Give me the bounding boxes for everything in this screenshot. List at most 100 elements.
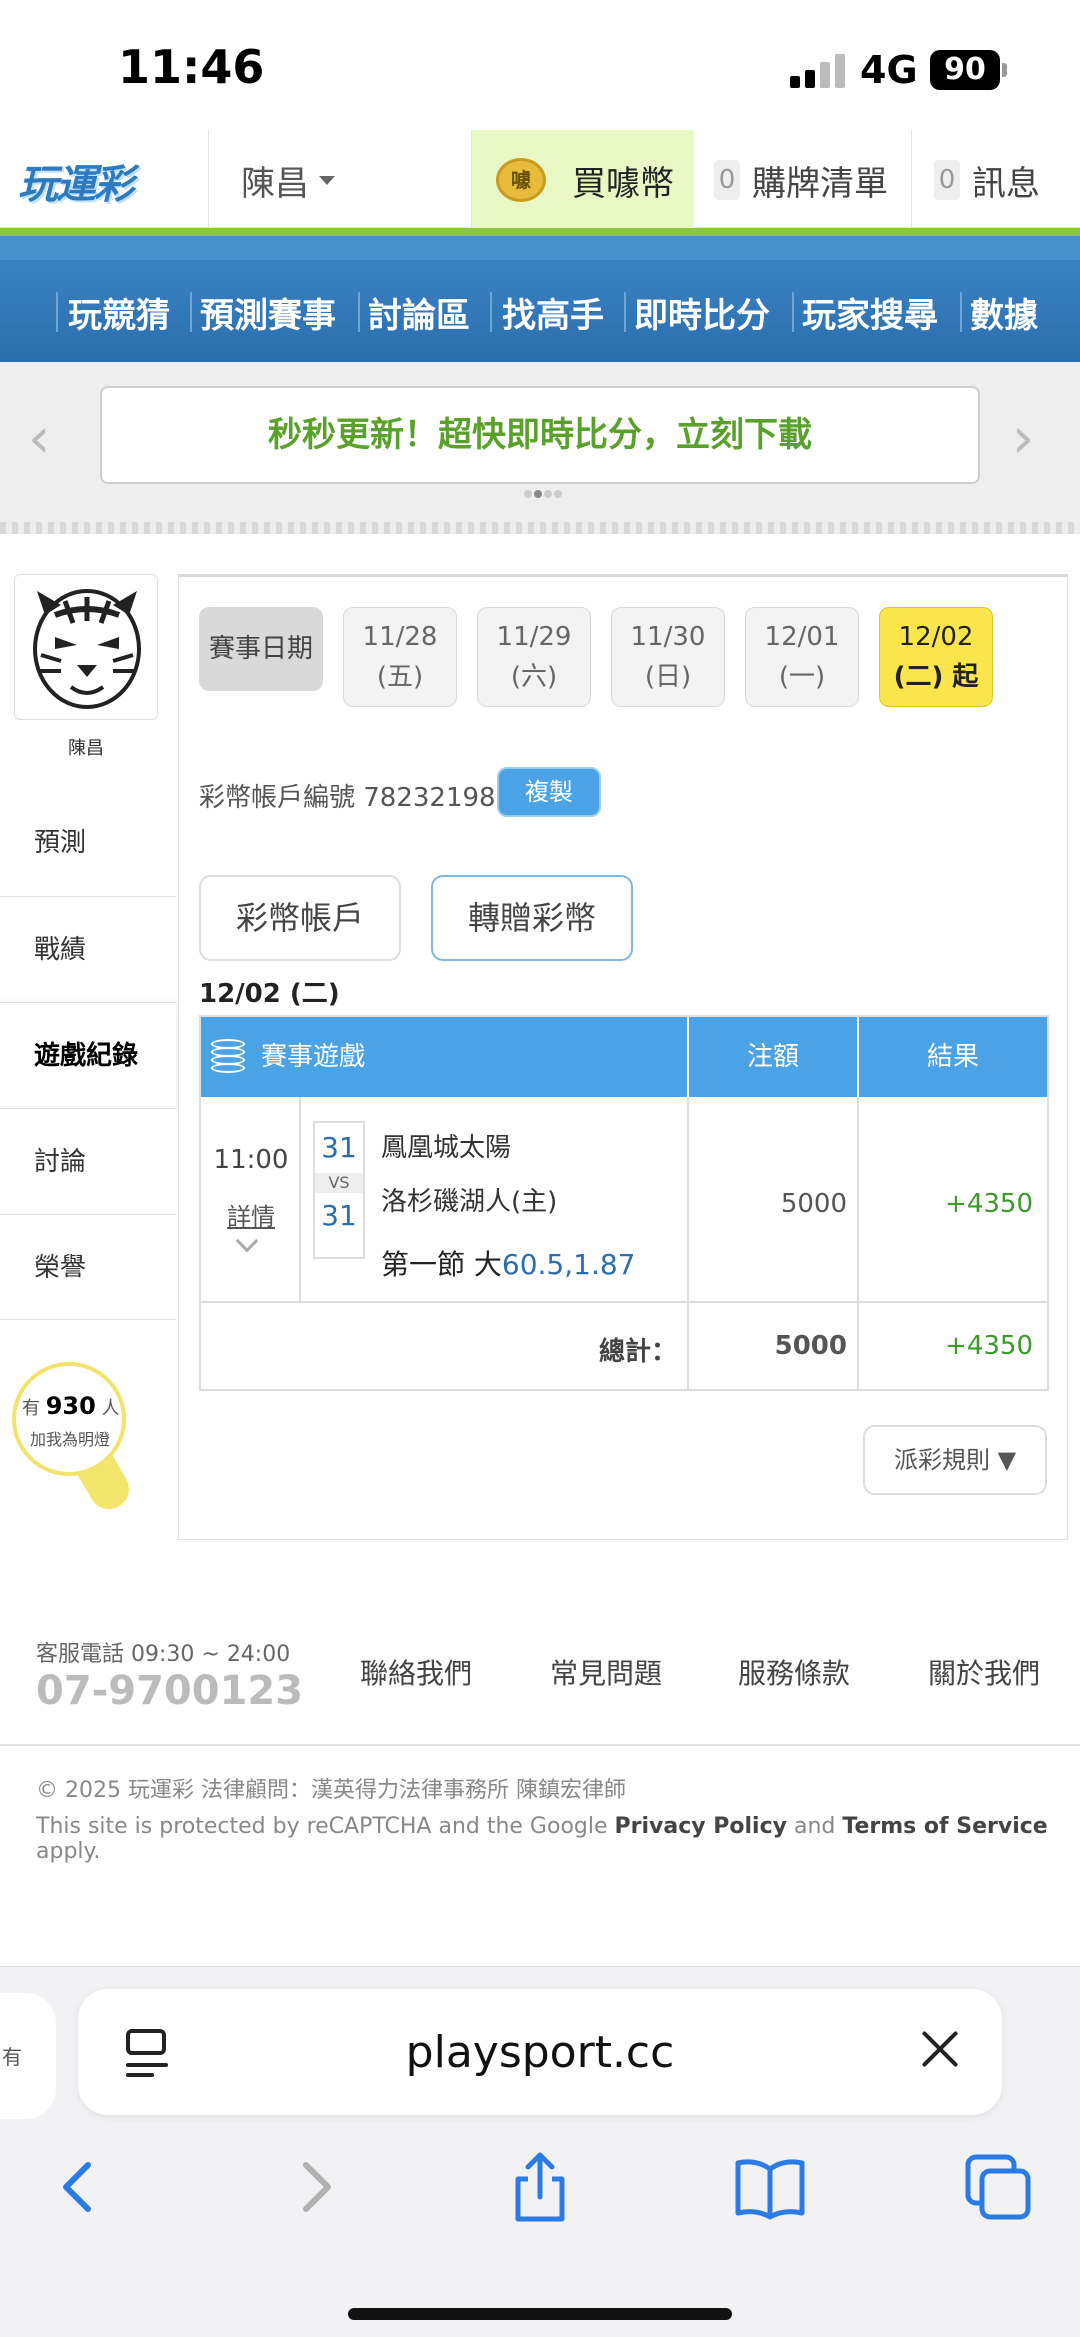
messages-button[interactable]: 0 訊息 [912,130,1080,228]
home-score: 31 [321,1199,357,1232]
privacy-policy-link[interactable]: Privacy Policy [615,1814,787,1839]
network-type: 4G [860,48,918,92]
footer-link-contact[interactable]: 聯絡我們 [360,1652,472,1692]
battery-tip [1002,63,1007,77]
footer-link-faq[interactable]: 常見問題 [550,1652,662,1692]
nav-item-experts[interactable]: 找高手 [502,288,604,337]
nav-item-player-search[interactable]: 玩家搜尋 [802,288,938,337]
close-icon[interactable] [920,2029,960,2069]
vs-label: VS [315,1173,363,1193]
cart-button[interactable]: 0 購牌清單 [694,130,912,228]
profile-name: 陳昌 [68,738,104,759]
payout-rules-button[interactable]: 派彩規則 ▼ [863,1425,1047,1495]
tab-coin-account[interactable]: 彩幣帳戶 [199,875,401,961]
promo-banner[interactable]: 秒秒更新！超快即時比分，立刻下載 [100,386,980,484]
date-button-selected[interactable]: 12/02 (二) 起 [879,607,993,707]
column-header-result: 結果 [926,1042,979,1072]
buy-coin-label: 買噱幣 [572,164,674,204]
bet-result: +4350 [945,1189,1033,1219]
copy-button[interactable]: 複製 [497,767,601,817]
site-logo[interactable]: 玩運彩 [18,152,134,210]
caret-down-icon [319,176,335,185]
carousel-dot[interactable] [544,490,552,498]
bookmarks-icon[interactable] [730,2147,810,2227]
date-button[interactable]: 12/01 (一) [745,607,859,707]
nav-item-livescore[interactable]: 即時比分 [634,288,770,337]
carousel-dot[interactable] [554,490,562,498]
messages-label: 訊息 [972,164,1040,204]
url-text: playsport.cc [405,2027,675,2078]
promo-banner-area: ‹ 秒秒更新！超快即時比分，立刻下載 › [0,362,1080,534]
tiger-avatar-icon [33,589,141,709]
nav-item-forum[interactable]: 討論區 [368,288,470,337]
service-hours: 客服電話 09:30 ~ 24:00 [36,1642,291,1667]
bet-selection: 第一節 大60.5,1.87 [381,1248,636,1281]
total-result: +4350 [945,1331,1033,1361]
main-nav: 玩競猜 預測賽事 討論區 找高手 即時比分 玩家搜尋 數據 [0,236,1080,362]
service-phone[interactable]: 07-9700123 [36,1668,303,1714]
sidebar-item-game-log[interactable]: 遊戲紀錄 [0,1002,176,1108]
share-icon[interactable] [500,2147,580,2227]
nav-item-guess[interactable]: 玩競猜 [68,288,170,337]
messages-count: 0 [934,160,960,200]
home-team: 洛杉磯湖人(主) [381,1187,558,1217]
bet-amount: 5000 [780,1189,847,1219]
chevron-right-icon[interactable]: › [1012,406,1034,471]
away-score: 31 [321,1131,357,1164]
avatar[interactable] [14,574,158,720]
copyright: © 2025 玩運彩 法律顧問：漢英得力法律事務所 陳鎮宏律師 [36,1778,626,1803]
user-menu-name: 陳昌 [241,164,309,204]
table-header: 賽事遊戲 注額 結果 [201,1017,1047,1097]
user-menu[interactable]: 陳昌 [208,130,472,228]
fans-text: 加我為明燈 [30,1430,111,1449]
lightbulb-follow-button[interactable]: 有 930 人 加我為明燈 [12,1362,137,1517]
sidebar-item-predictions[interactable]: 預測 [0,790,176,896]
sidebar-item-record[interactable]: 戰績 [0,896,176,1002]
carousel-dot[interactable] [524,490,532,498]
nav-item-predict[interactable]: 預測賽事 [200,288,336,337]
cart-count: 0 [714,160,740,200]
score-box: 31 VS 31 [313,1121,365,1259]
date-button[interactable]: 11/29 (六) [477,607,591,707]
account-number: 彩幣帳戶編號 78232198 [199,783,496,813]
chevron-down-icon[interactable] [235,1229,259,1253]
nav-item-stats[interactable]: 數據 [970,288,1038,337]
back-icon[interactable] [42,2147,122,2227]
sidebar-item-discussion[interactable]: 討論 [0,1108,176,1214]
game-log-panel: 賽事日期 11/28 (五) 11/29 (六) 11/30 (日) 12/01 (一)… [178,574,1068,1540]
total-bet: 5000 [774,1331,847,1361]
day-title: 12/02 (二) [199,979,340,1009]
fans-count: 930 [45,1392,96,1420]
sidebar-item-honors[interactable]: 榮譽 [0,1214,176,1320]
footer-link-terms[interactable]: 服務條款 [738,1652,850,1692]
battery-icon: 90 [930,50,1000,90]
previous-tab[interactable]: 有 [0,1993,56,2119]
footer: 客服電話 09:30 ~ 24:00 07-9700123 聯絡我們 常見問題 … [0,1610,1080,1746]
total-label: 總計： [598,1337,677,1367]
forward-icon[interactable] [272,2147,352,2227]
status-bar: 11:46 4G 90 [0,0,1080,130]
away-team: 鳳凰城太陽 [381,1133,512,1163]
column-header-game: 賽事遊戲 [201,1017,689,1097]
home-indicator [348,2308,732,2320]
date-button[interactable]: 11/28 (五) [343,607,457,707]
coin-icon: 噱 [496,158,546,202]
game-time: 11:00 [213,1145,289,1175]
tabs-icon[interactable] [958,2147,1038,2227]
bet-odds: 60.5,1.87 [501,1248,636,1281]
carousel-dot-active[interactable] [534,490,542,498]
details-link[interactable]: 詳情 [211,1197,291,1232]
cart-label: 購牌清單 [752,164,888,204]
status-time: 11:46 [118,40,265,94]
buy-coin-button[interactable]: 噱 買噱幣 [472,130,694,228]
terms-of-service-link[interactable]: Terms of Service [842,1814,1047,1839]
chevron-left-icon[interactable]: ‹ [28,406,50,471]
footer-link-about[interactable]: 關於我們 [928,1652,1040,1692]
divider [0,522,1080,534]
game-table: 賽事遊戲 注額 結果 11:00 詳情 31 VS 31 鳳凰城太陽 洛杉磯湖人… [199,1015,1049,1391]
header-accent-line [0,228,1080,236]
column-header-bet: 注額 [689,1017,859,1097]
address-bar[interactable]: playsport.cc [78,1989,1002,2115]
tab-transfer-coins[interactable]: 轉贈彩幣 [431,875,633,961]
date-button[interactable]: 11/30 (日) [611,607,725,707]
